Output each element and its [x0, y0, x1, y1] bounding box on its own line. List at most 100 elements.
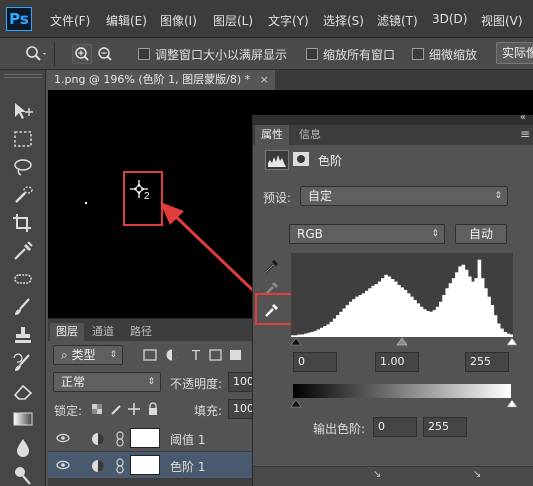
- zoom-tool-icon[interactable]: [24, 44, 48, 67]
- menu-filter[interactable]: 滤镜(T): [377, 12, 418, 29]
- tab-paths[interactable]: 路径: [124, 323, 158, 341]
- tab-layers[interactable]: 图层: [50, 323, 84, 341]
- reset-icon[interactable]: ↘: [473, 469, 481, 480]
- input-white-handle[interactable]: [506, 337, 518, 346]
- filter-search-icon: ⌕: [61, 348, 72, 362]
- layer-name[interactable]: 色阶 1: [170, 458, 205, 475]
- layer-row-threshold[interactable]: 阈值 1: [48, 425, 254, 452]
- menu-bar: Ps 文件(F) 编辑(E) 图像(I) 图层(L) 文字(Y) 选择(S) 滤…: [0, 0, 533, 38]
- panel-menu-icon[interactable]: ≡: [520, 127, 530, 141]
- quick-selection-tool-icon[interactable]: [11, 184, 35, 206]
- zoom-all-checkbox[interactable]: [306, 48, 318, 60]
- output-black-field[interactable]: 0: [373, 417, 417, 437]
- output-black-handle[interactable]: [290, 399, 302, 408]
- output-levels-slider[interactable]: [287, 398, 519, 408]
- chevron-updown-icon: ⇕: [431, 229, 439, 239]
- preset-dropdown[interactable]: 自定 ⇕: [300, 186, 508, 206]
- sample-point-label: 2: [144, 191, 150, 202]
- histogram-bar: [490, 305, 495, 337]
- tab-info[interactable]: 信息: [293, 125, 327, 145]
- tab-properties[interactable]: 属性: [255, 125, 289, 145]
- layer-filter-dropdown[interactable]: ⌕ 类型 ⇕: [53, 345, 123, 365]
- collapse-icon[interactable]: «: [520, 112, 526, 123]
- histogram-bar: [455, 272, 459, 337]
- blur-tool-icon[interactable]: [11, 436, 35, 458]
- link-icon[interactable]: [114, 458, 126, 474]
- brush-tool-icon[interactable]: [11, 296, 35, 318]
- crop-tool-icon[interactable]: [11, 212, 35, 234]
- histogram-bar: [419, 306, 424, 337]
- histogram-bar: [368, 288, 372, 337]
- menu-type[interactable]: 文字(Y): [268, 12, 309, 29]
- eye-icon[interactable]: [56, 459, 70, 471]
- histogram-bar: [397, 284, 401, 337]
- histogram-bar: [377, 281, 382, 337]
- scrubby-zoom-checkbox[interactable]: [412, 48, 424, 60]
- histogram-bar: [384, 274, 388, 337]
- input-gamma-handle[interactable]: [396, 337, 408, 346]
- eyedropper-tool-icon[interactable]: [11, 240, 35, 262]
- layer-mask-icon[interactable]: [293, 152, 309, 166]
- auto-button[interactable]: 自动: [455, 224, 507, 244]
- black-point-eyedropper-icon[interactable]: [263, 257, 281, 275]
- resize-windows-label: 调整窗口大小以满屏显示: [155, 48, 288, 62]
- histogram-bar: [358, 295, 363, 337]
- lock-icons[interactable]: [90, 402, 160, 416]
- histogram-bar: [374, 284, 379, 337]
- layer-name[interactable]: 阈值 1: [170, 431, 205, 448]
- histogram-bar: [439, 301, 443, 337]
- toolbar-grip[interactable]: [4, 74, 42, 78]
- clip-to-layer-icon[interactable]: ↘: [373, 469, 381, 480]
- input-gamma-field[interactable]: 1.00: [375, 352, 419, 372]
- menu-edit[interactable]: 编辑(E): [106, 12, 147, 29]
- properties-tab-strip: 属性 信息 ≡: [253, 125, 533, 145]
- eye-icon[interactable]: [56, 432, 70, 444]
- zoom-all-label: 缩放所有窗口: [323, 48, 396, 62]
- output-white-handle[interactable]: [506, 399, 518, 408]
- channel-dropdown[interactable]: RGB ⇕: [289, 224, 445, 244]
- clone-stamp-tool-icon[interactable]: [11, 324, 35, 346]
- levels-adjustment-icon[interactable]: [265, 150, 289, 170]
- layer-mask-thumbnail[interactable]: [130, 455, 160, 475]
- input-black-field[interactable]: 0: [293, 352, 337, 372]
- spot-healing-tool-icon[interactable]: [11, 268, 35, 290]
- tab-channels[interactable]: 通道: [86, 323, 120, 341]
- marquee-tool-icon[interactable]: [11, 128, 35, 150]
- input-levels-slider[interactable]: [287, 336, 519, 346]
- close-tab-icon[interactable]: ×: [260, 73, 269, 86]
- menu-select[interactable]: 选择(S): [323, 12, 364, 29]
- actual-pixels-button[interactable]: 实际像: [496, 42, 533, 64]
- menu-file[interactable]: 文件(F): [50, 12, 90, 29]
- histogram-bar: [339, 311, 343, 337]
- layer-mask-thumbnail[interactable]: [130, 428, 160, 448]
- dodge-tool-icon[interactable]: [11, 464, 35, 486]
- menu-view[interactable]: 视图(V): [481, 12, 523, 29]
- gradient-tool-icon[interactable]: [11, 408, 35, 430]
- histogram-bar: [484, 288, 488, 337]
- white-point-eyedropper-icon[interactable]: [263, 301, 281, 319]
- histogram-bar: [355, 296, 359, 337]
- histogram-bar: [387, 276, 392, 337]
- histogram-bar: [342, 308, 347, 337]
- history-brush-tool-icon[interactable]: [11, 352, 35, 374]
- histogram-bar: [348, 301, 353, 337]
- document-tab[interactable]: 1.png @ 196% (色阶 1, 图层蒙版/8) * ×: [48, 70, 275, 90]
- blend-mode-dropdown[interactable]: 正常 ⇕: [53, 372, 161, 392]
- move-tool-icon[interactable]: [11, 100, 35, 122]
- lasso-tool-icon[interactable]: [11, 156, 35, 178]
- link-icon[interactable]: [114, 431, 126, 447]
- output-white-field[interactable]: 255: [423, 417, 467, 437]
- resize-windows-checkbox[interactable]: [138, 48, 150, 60]
- layer-row-levels[interactable]: 色阶 1: [48, 452, 254, 479]
- menu-3d[interactable]: 3D(D): [432, 12, 467, 26]
- menu-layer[interactable]: 图层(L): [213, 12, 253, 29]
- histogram-bar: [406, 293, 411, 337]
- eraser-tool-icon[interactable]: [11, 380, 35, 402]
- input-white-field[interactable]: 255: [465, 352, 509, 372]
- histogram-bar: [458, 266, 462, 337]
- menu-image[interactable]: 图像(I): [160, 12, 197, 29]
- zoom-out-button[interactable]: [96, 45, 114, 66]
- channel-value: RGB: [297, 227, 323, 241]
- zoom-in-button[interactable]: [72, 44, 92, 64]
- input-black-handle[interactable]: [290, 337, 302, 346]
